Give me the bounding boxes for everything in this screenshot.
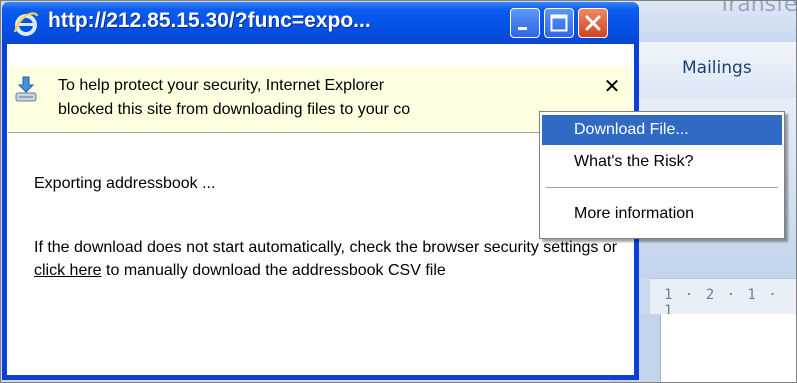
close-icon	[585, 15, 601, 31]
manual-download-link[interactable]: click here	[34, 262, 102, 279]
download-help-text: If the download does not start automatic…	[34, 236, 634, 282]
internet-explorer-icon	[13, 12, 39, 36]
download-blocked-icon	[15, 76, 37, 102]
menu-item-download-file[interactable]: Download File...	[542, 115, 782, 145]
help-text-before: If the download does not start automatic…	[34, 239, 618, 256]
minimize-button[interactable]	[510, 8, 540, 38]
popup-title: http://212.85.15.30/?func=expo...	[48, 9, 371, 32]
minimize-icon	[518, 27, 527, 30]
close-button[interactable]	[578, 8, 608, 38]
maximize-button[interactable]	[544, 8, 574, 38]
tab-mailings[interactable]: Mailings	[682, 58, 752, 78]
popup-title-bar[interactable]: http://212.85.15.30/?func=expo...	[2, 2, 639, 44]
background-title-partial: Transfe	[718, 0, 797, 17]
menu-item-whats-the-risk[interactable]: What's the Risk?	[542, 147, 782, 177]
menu-item-more-information[interactable]: More information	[542, 199, 782, 229]
infobar-close-icon[interactable]: ✕	[600, 74, 624, 98]
infobar-message: To help protect your security, Internet …	[58, 77, 411, 118]
infobar-context-menu: Download File... What's the Risk? More i…	[539, 111, 785, 239]
menu-separator	[546, 187, 778, 188]
maximize-icon	[550, 14, 568, 32]
document-page	[660, 314, 797, 383]
export-status-text: Exporting addressbook ...	[34, 175, 216, 192]
help-text-after: to manually download the addressbook CSV…	[101, 262, 446, 279]
